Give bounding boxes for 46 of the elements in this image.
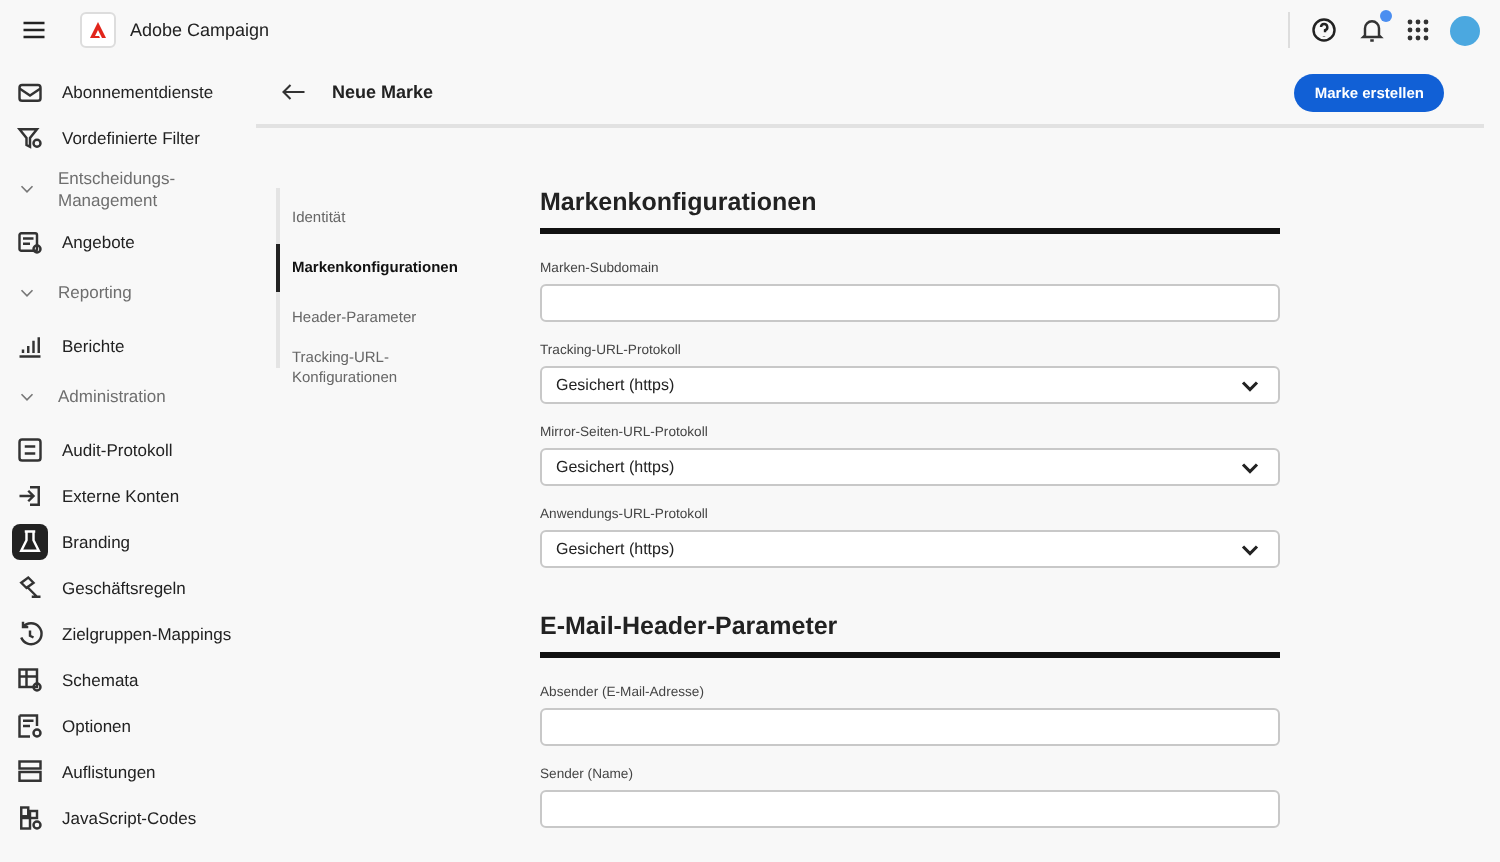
blocks-icon: [16, 803, 44, 831]
notification-bell-icon[interactable]: [1358, 16, 1386, 44]
sidebar-item[interactable]: Abonnementdienste: [0, 68, 256, 114]
dropdown[interactable]: Gesichert (https): [540, 448, 1280, 486]
sidebar-item[interactable]: Vordefinierte Filter: [0, 114, 256, 160]
app-title: Adobe Campaign: [130, 20, 270, 40]
sidebar-item[interactable]: Zielgruppen-Mappings: [0, 610, 256, 656]
enter-icon: [16, 481, 44, 509]
input-field[interactable]: [540, 790, 1280, 828]
avatar[interactable]: [1450, 15, 1480, 45]
sidebar-item[interactable]: Externe Konten: [0, 472, 256, 518]
dropdown[interactable]: Gesichert (https): [540, 366, 1280, 404]
page-title: Neue Marke: [332, 82, 436, 102]
sidebar-item[interactable]: Audit-Protokoll: [0, 426, 256, 472]
document-gear-icon: [16, 227, 44, 255]
table-gear-icon: [16, 665, 44, 693]
nav-section-header[interactable]: Entscheidungs-Management: [0, 162, 256, 216]
document-gear-icon: [16, 711, 44, 739]
nav-section-header[interactable]: Administration: [0, 370, 256, 424]
section-heading: E-Mail-Header-Parameter: [540, 612, 1280, 658]
dropdown[interactable]: Gesichert (https): [540, 530, 1280, 568]
checklist-icon: [16, 435, 44, 463]
sidebar-item[interactable]: Angebote: [0, 218, 256, 264]
sidebar-item[interactable]: JavaScript-Codes: [0, 794, 256, 840]
input-field[interactable]: [540, 284, 1280, 322]
refresh-icon: [16, 619, 44, 647]
apps-grid-icon[interactable]: [1406, 18, 1430, 42]
nav-section-label: Entscheidungs-Management: [58, 167, 178, 211]
nav-section-label: Reporting: [58, 282, 132, 304]
stack-icon: [16, 757, 44, 785]
help-icon: [1310, 16, 1338, 44]
nav-section-header[interactable]: Reporting: [0, 266, 256, 320]
sidebar-item[interactable]: Schemata: [0, 656, 256, 702]
menu-icon: [20, 16, 48, 44]
bar-chart-icon: [16, 331, 44, 359]
funnel-icon: [16, 123, 44, 151]
sidebar-item[interactable]: Auflistungen: [0, 748, 256, 794]
input-field[interactable]: [540, 708, 1280, 746]
sidebar-item[interactable]: Berichte: [0, 322, 256, 368]
nav-section-label: Administration: [58, 386, 166, 408]
sidebar-item[interactable]: Branding: [0, 518, 256, 564]
sidebar-item[interactable]: Optionen: [0, 702, 256, 748]
section-heading: Markenkonfigurationen: [540, 188, 1280, 234]
sidebar-item[interactable]: Geschäftsregeln: [0, 564, 256, 610]
logo-icon: [80, 12, 116, 48]
flask-icon: [16, 527, 44, 555]
